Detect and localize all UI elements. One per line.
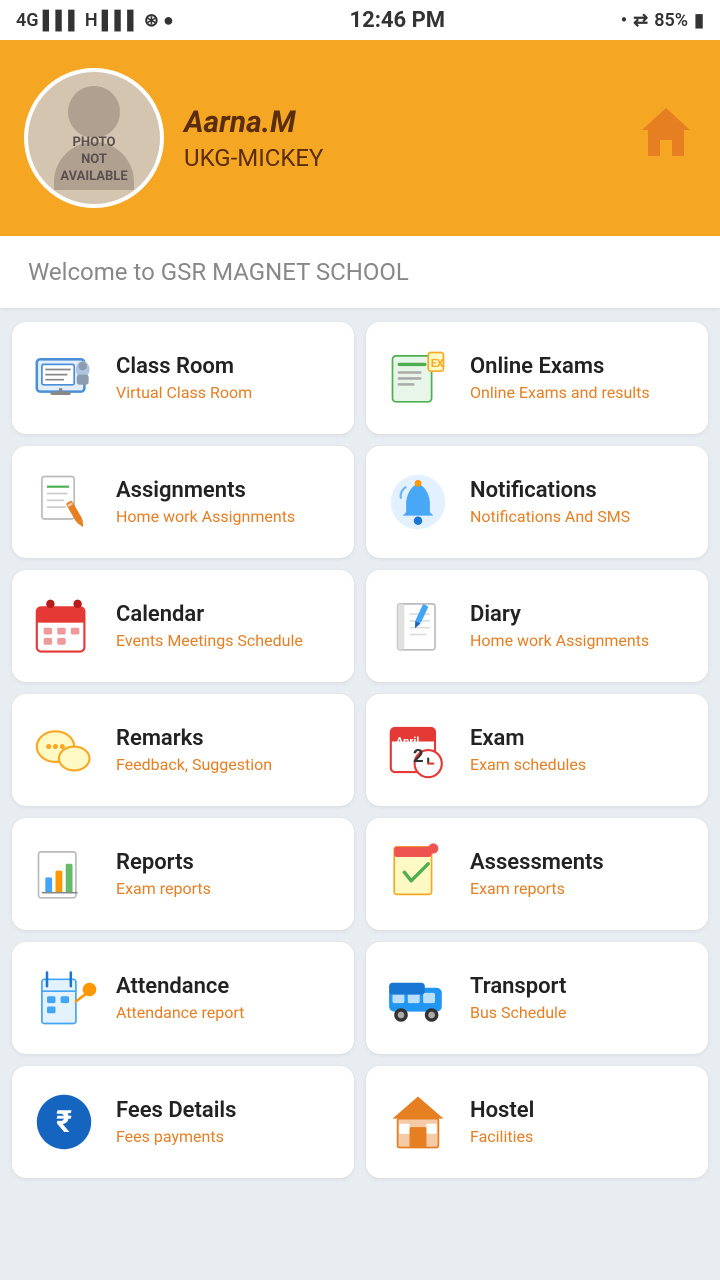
card-assessments[interactable]: Assessments Exam reports [366, 818, 708, 930]
header: PHOTONOTAVAILABLE Aarna.M UKG-MICKEY [0, 40, 720, 236]
status-time: 12:46 PM [349, 8, 445, 33]
card-transport[interactable]: Transport Bus Schedule [366, 942, 708, 1054]
card-text-hostel: Hostel Facilities [470, 1098, 534, 1146]
card-subtitle-remarks: Feedback, Suggestion [116, 755, 272, 774]
card-text-classroom: Class Room Virtual Class Room [116, 354, 252, 402]
card-icon-remarks [28, 714, 100, 786]
whatsapp-icon: ● [163, 10, 174, 31]
card-icon-exam: April 2 [382, 714, 454, 786]
card-icon-fees: ₹ [28, 1086, 100, 1158]
card-title-fees: Fees Details [116, 1098, 236, 1123]
card-icon-assignments [28, 466, 100, 538]
card-assignments[interactable]: Assignments Home work Assignments [12, 446, 354, 558]
card-title-assessments: Assessments [470, 850, 604, 875]
card-title-remarks: Remarks [116, 726, 272, 751]
card-title-online-exams: Online Exams [470, 354, 650, 379]
card-text-exam: Exam Exam schedules [470, 726, 586, 774]
card-text-assignments: Assignments Home work Assignments [116, 478, 295, 526]
bluetooth-status: • [621, 10, 627, 31]
card-text-fees: Fees Details Fees payments [116, 1098, 236, 1146]
card-icon-diary [382, 590, 454, 662]
svg-text:₹: ₹ [56, 1105, 72, 1140]
card-subtitle-online-exams: Online Exams and results [470, 383, 650, 402]
card-title-hostel: Hostel [470, 1098, 534, 1123]
card-text-notifications: Notifications Notifications And SMS [470, 478, 630, 526]
card-title-calendar: Calendar [116, 602, 303, 627]
card-calendar[interactable]: Calendar Events Meetings Schedule [12, 570, 354, 682]
card-attendance[interactable]: Attendance Attendance report [12, 942, 354, 1054]
card-title-diary: Diary [470, 602, 649, 627]
h-signal-bars: ▌▌▌ [102, 10, 140, 31]
card-subtitle-classroom: Virtual Class Room [116, 383, 252, 402]
user-name: Aarna.M [184, 105, 323, 140]
card-icon-reports [28, 838, 100, 910]
signal-bars: ▌▌▌ [43, 10, 81, 31]
header-info: Aarna.M UKG-MICKEY [184, 105, 323, 172]
card-subtitle-attendance: Attendance report [116, 1003, 244, 1022]
bluetooth-icon: ⊛ [144, 10, 159, 31]
card-remarks[interactable]: Remarks Feedback, Suggestion [12, 694, 354, 806]
card-text-assessments: Assessments Exam reports [470, 850, 604, 898]
header-left: PHOTONOTAVAILABLE Aarna.M UKG-MICKEY [24, 68, 323, 208]
card-title-transport: Transport [470, 974, 566, 999]
card-title-attendance: Attendance [116, 974, 244, 999]
card-text-attendance: Attendance Attendance report [116, 974, 244, 1022]
card-subtitle-reports: Exam reports [116, 879, 211, 898]
card-title-exam: Exam [470, 726, 586, 751]
card-hostel[interactable]: Hostel Facilities [366, 1066, 708, 1178]
svg-text:X: X [437, 357, 444, 370]
battery-percent: 85% [654, 10, 688, 31]
card-online-exams[interactable]: E X Online Exams Online Exams and result… [366, 322, 708, 434]
card-subtitle-calendar: Events Meetings Schedule [116, 631, 303, 650]
user-class: UKG-MICKEY [184, 144, 323, 172]
card-subtitle-exam: Exam schedules [470, 755, 586, 774]
svg-text:2: 2 [413, 745, 424, 767]
status-bar: 4G ▌▌▌ H ▌▌▌ ⊛ ● 12:46 PM • ⇄ 85% ▮ [0, 0, 720, 40]
card-subtitle-assessments: Exam reports [470, 879, 604, 898]
status-left: 4G ▌▌▌ H ▌▌▌ ⊛ ● [16, 10, 174, 31]
welcome-text: Welcome to GSR MAGNET SCHOOL [28, 258, 409, 286]
card-text-remarks: Remarks Feedback, Suggestion [116, 726, 272, 774]
card-classroom[interactable]: Class Room Virtual Class Room [12, 322, 354, 434]
card-fees[interactable]: ₹ Fees Details Fees payments [12, 1066, 354, 1178]
network-indicator: 4G [16, 10, 39, 31]
card-notifications[interactable]: Notifications Notifications And SMS [366, 446, 708, 558]
welcome-bar: Welcome to GSR MAGNET SCHOOL [0, 236, 720, 308]
card-text-reports: Reports Exam reports [116, 850, 211, 898]
card-title-reports: Reports [116, 850, 211, 875]
card-exam[interactable]: April 2 Exam Exam schedules [366, 694, 708, 806]
card-text-transport: Transport Bus Schedule [470, 974, 566, 1022]
card-icon-assessments [382, 838, 454, 910]
avatar: PHOTONOTAVAILABLE [24, 68, 164, 208]
card-title-assignments: Assignments [116, 478, 295, 503]
card-icon-online-exams: E X [382, 342, 454, 414]
card-title-notifications: Notifications [470, 478, 630, 503]
card-reports[interactable]: Reports Exam reports [12, 818, 354, 930]
home-icon[interactable] [636, 102, 696, 175]
card-icon-attendance [28, 962, 100, 1034]
card-title-classroom: Class Room [116, 354, 252, 379]
card-icon-hostel [382, 1086, 454, 1158]
card-subtitle-transport: Bus Schedule [470, 1003, 566, 1022]
card-text-calendar: Calendar Events Meetings Schedule [116, 602, 303, 650]
h-network: H [85, 10, 98, 31]
avatar-text: PHOTONOTAVAILABLE [60, 135, 127, 186]
wifi-icon: ⇄ [633, 10, 648, 31]
card-icon-transport [382, 962, 454, 1034]
card-subtitle-notifications: Notifications And SMS [470, 507, 630, 526]
battery-icon: ▮ [694, 10, 704, 31]
card-text-diary: Diary Home work Assignments [470, 602, 649, 650]
card-subtitle-fees: Fees payments [116, 1127, 236, 1146]
card-grid: Class Room Virtual Class Room E X Online… [0, 310, 720, 1190]
card-icon-classroom [28, 342, 100, 414]
card-icon-calendar [28, 590, 100, 662]
card-subtitle-diary: Home work Assignments [470, 631, 649, 650]
card-text-online-exams: Online Exams Online Exams and results [470, 354, 650, 402]
status-right: • ⇄ 85% ▮ [621, 10, 704, 31]
card-subtitle-hostel: Facilities [470, 1127, 534, 1146]
card-diary[interactable]: Diary Home work Assignments [366, 570, 708, 682]
avatar-head-shape [68, 86, 120, 138]
card-subtitle-assignments: Home work Assignments [116, 507, 295, 526]
card-icon-notifications [382, 466, 454, 538]
